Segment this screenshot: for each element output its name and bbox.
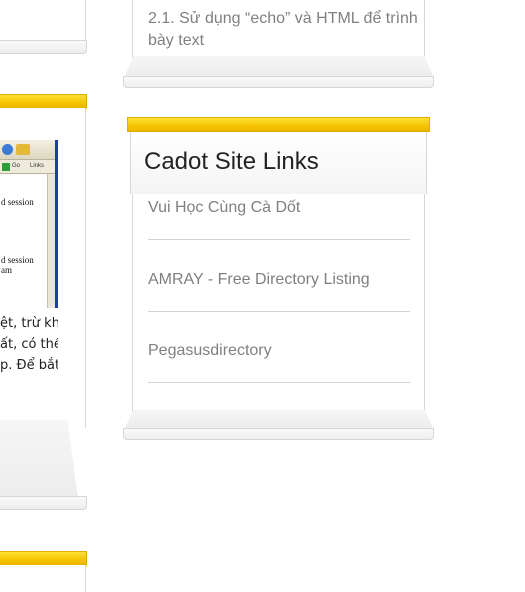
embedded-browser-screenshot: Go Links d session d session am: [0, 140, 58, 308]
screenshot-address-bar: Go Links: [0, 160, 55, 174]
paragraph-line: ất, có thể: [0, 337, 58, 352]
left-card-footer: [0, 496, 87, 510]
site-links-accent-bar: [127, 117, 430, 132]
left-top-card-footer: [0, 40, 87, 54]
screenshot-links-label: Links: [30, 163, 45, 169]
left-card-footer-slope: [0, 420, 78, 500]
edit-icon: [16, 144, 30, 155]
link-divider: [148, 311, 410, 312]
recent-posts-footer-slope: [124, 56, 434, 78]
site-links-footer: [123, 428, 434, 440]
link-divider: [148, 382, 410, 383]
screenshot-text-line: am: [1, 265, 12, 275]
left-article-paragraph: ệt, trừ khi ất, có thể p. Để bắt: [0, 313, 58, 376]
site-link-item[interactable]: Vui Học Cùng Cà Dốt: [148, 198, 410, 218]
screenshot-scrollbar: [47, 174, 55, 308]
left-bottom-card: [0, 565, 86, 592]
paragraph-line: p. Để bắt: [0, 358, 58, 373]
screenshot-text-line: d session: [1, 255, 34, 265]
recent-post-link[interactable]: 2.1. Sử dụng “echo” và HTML để trình bày…: [148, 8, 418, 52]
site-link-item[interactable]: AMRAY - Free Directory Listing: [148, 270, 410, 290]
browser-globe-icon: [2, 144, 13, 155]
site-link-item[interactable]: Pegasusdirectory: [148, 341, 410, 361]
recent-posts-footer: [123, 76, 434, 88]
screenshot-text-line: d session: [1, 197, 34, 207]
site-links-footer-slope: [124, 410, 434, 430]
left-card-accent-bar: [0, 94, 87, 109]
link-divider: [148, 239, 410, 240]
go-arrow-icon: [2, 163, 10, 171]
left-bottom-card-accent-bar: [0, 551, 87, 566]
site-links-title: Cadot Site Links: [144, 148, 319, 175]
paragraph-line: ệt, trừ khi: [0, 316, 58, 331]
site-links-card: [132, 194, 425, 412]
screenshot-toolbar: [0, 140, 55, 160]
screenshot-go-label: Go: [12, 163, 21, 169]
